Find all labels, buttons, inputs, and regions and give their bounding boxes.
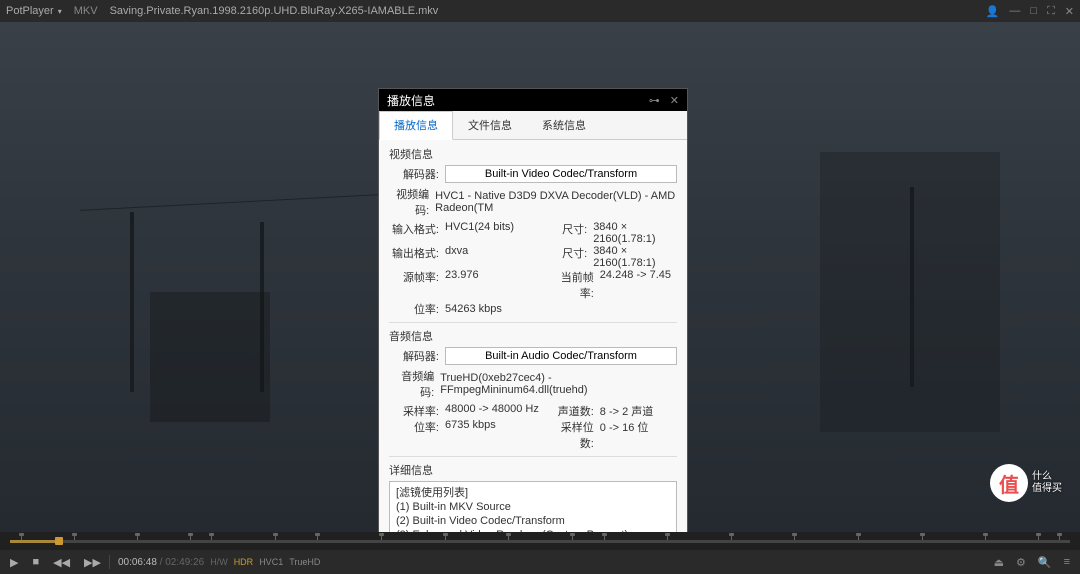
file-format: MKV	[74, 5, 98, 17]
play-icon[interactable]: ▶	[10, 556, 18, 569]
voutsize-value: 3840 × 2160(1.78:1)	[593, 245, 677, 269]
vcurfps-value: 24.248 -> 7.45	[600, 269, 671, 301]
timeline-progress	[10, 540, 55, 543]
app-name-text: PotPlayer	[6, 5, 54, 17]
vcodec-label: 视频编码:	[389, 186, 429, 218]
vcodec-value: HVC1 - Native D3D9 DXVA Decoder(VLD) - A…	[435, 190, 677, 214]
hw-tag: H/W	[210, 557, 228, 567]
tab-system[interactable]: 系统信息	[527, 111, 601, 139]
vinsize-label: 尺寸:	[552, 221, 587, 245]
watermark: 值 什么 值得买	[990, 462, 1070, 504]
chapter-marks	[10, 540, 1070, 543]
tab-playback[interactable]: 播放信息	[379, 111, 453, 140]
abits-value: 0 -> 16 位	[600, 419, 649, 451]
vinfmt-label: 输入格式:	[389, 221, 439, 245]
vinfmt-value: HVC1(24 bits)	[445, 221, 514, 245]
time-separator: /	[157, 557, 165, 568]
abits-label: 采样位数:	[552, 419, 594, 451]
current-time: 00:06:48	[118, 557, 157, 568]
dialog-body: 视频信息 解码器:Built-in Video Codec/Transform …	[379, 140, 687, 532]
dialog-close-icon[interactable]: ✕	[670, 94, 679, 107]
vbitrate-value: 54263 kbps	[445, 303, 502, 315]
watermark-logo: 值	[990, 464, 1028, 502]
acodec-label: 音频编码:	[389, 368, 434, 400]
adecoder-label: 解码器:	[389, 348, 439, 364]
abitrate-value: 6735 kbps	[445, 419, 496, 451]
open-icon[interactable]: ⏏	[994, 556, 1004, 569]
fullscreen-icon[interactable]: ⛶	[1047, 5, 1055, 18]
dialog-tabs: 播放信息 文件信息 系统信息	[379, 111, 687, 140]
detail-section-label: 详细信息	[389, 462, 677, 478]
hdr-tag: HDR	[234, 557, 254, 567]
vdecoder-value[interactable]: Built-in Video Codec/Transform	[445, 165, 677, 183]
minimize-icon[interactable]: —	[1009, 5, 1020, 17]
tab-file[interactable]: 文件信息	[453, 111, 527, 139]
ach-label: 声道数:	[552, 403, 594, 419]
playlist-icon[interactable]: ≡	[1064, 556, 1070, 568]
abitrate-label: 位率:	[389, 419, 439, 451]
file-name: Saving.Private.Ryan.1998.2160p.UHD.BluRa…	[110, 5, 986, 17]
title-bar: PotPlayer ▾ MKV Saving.Private.Ryan.1998…	[0, 0, 1080, 22]
asample-value: 48000 -> 48000 Hz	[445, 403, 539, 419]
asample-label: 采样率:	[389, 403, 439, 419]
maximize-icon[interactable]: □	[1030, 5, 1037, 17]
vsrcfps-value: 23.976	[445, 269, 479, 301]
close-icon[interactable]: ✕	[1065, 5, 1074, 18]
acodec-value: TrueHD(0xeb27cec4) - FFmpegMininum64.dll…	[440, 372, 677, 396]
filter-heading: [滤镜使用列表]	[396, 486, 670, 500]
ach-value: 8 -> 2 声道	[600, 403, 654, 419]
prev-icon[interactable]: ◀◀	[53, 556, 70, 569]
filter-line: (2) Built-in Video Codec/Transform	[396, 514, 670, 528]
acodec-tag: TrueHD	[289, 557, 320, 567]
vbitrate-label: 位率:	[389, 301, 439, 317]
next-icon[interactable]: ▶▶	[84, 556, 101, 569]
voutfmt-value: dxva	[445, 245, 468, 269]
app-name[interactable]: PotPlayer ▾	[6, 5, 62, 17]
vdecoder-label: 解码器:	[389, 166, 439, 182]
audio-section-label: 音频信息	[389, 328, 677, 344]
vsrcfps-label: 源帧率:	[389, 269, 439, 301]
detail-box[interactable]: [滤镜使用列表] (1) Built-in MKV Source (2) Bui…	[389, 481, 677, 532]
video-area[interactable]: 播放信息 ⊶ ✕ 播放信息 文件信息 系统信息 视频信息 解码器: Built-i…	[0, 22, 1080, 532]
search-icon[interactable]: 🔍	[1038, 556, 1052, 569]
stop-icon[interactable]: ■	[32, 556, 39, 568]
timeline-track[interactable]	[10, 540, 1070, 543]
video-section-label: 视频信息	[389, 146, 677, 162]
vcodec-tag: HVC1	[259, 557, 283, 567]
playback-info-dialog: 播放信息 ⊶ ✕ 播放信息 文件信息 系统信息 视频信息 解码器: Built-i…	[378, 88, 688, 532]
total-time: 02:49:26	[165, 557, 204, 568]
timeline-handle[interactable]	[55, 537, 63, 545]
window-controls: 👤 — □ ⛶ ✕	[986, 5, 1074, 18]
vcurfps-label: 当前帧率:	[552, 269, 594, 301]
voutsize-label: 尺寸:	[552, 245, 587, 269]
watermark-text: 什么 值得买	[1032, 471, 1062, 495]
vinsize-value: 3840 × 2160(1.78:1)	[593, 221, 677, 245]
settings-icon[interactable]: ⚙	[1016, 556, 1026, 569]
thumb-icon[interactable]: 👤	[986, 5, 1000, 18]
control-bar: ▶ ■ ◀◀ ▶▶ 00:06:48 / 02:49:26 H/W HDR HV…	[0, 550, 1080, 574]
adecoder-value[interactable]: Built-in Audio Codec/Transform	[445, 347, 677, 365]
filter-line: (1) Built-in MKV Source	[396, 500, 670, 514]
pin-icon[interactable]: ⊶	[649, 94, 660, 107]
dialog-title-bar[interactable]: 播放信息 ⊶ ✕	[379, 89, 687, 111]
voutfmt-label: 输出格式:	[389, 245, 439, 269]
dialog-title: 播放信息	[387, 92, 649, 109]
timeline[interactable]	[0, 532, 1080, 550]
dropdown-icon: ▾	[58, 7, 62, 16]
